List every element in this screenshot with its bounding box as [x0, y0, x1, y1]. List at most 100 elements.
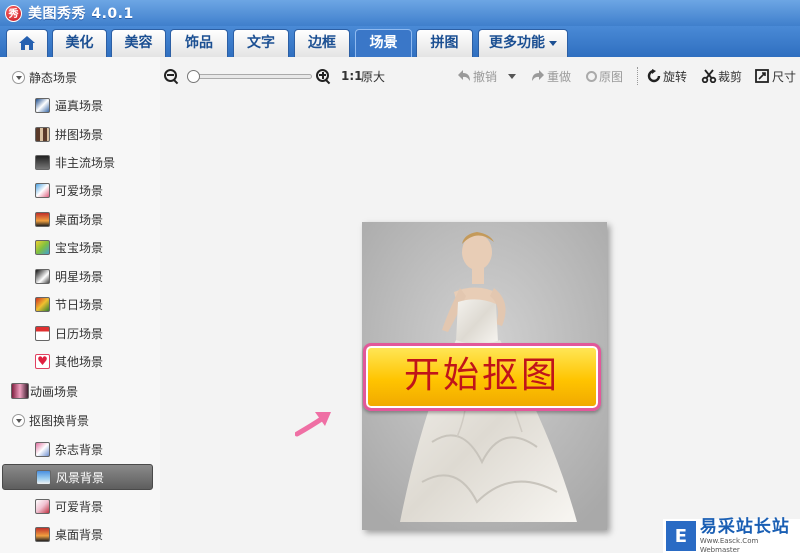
zoom-in-icon	[316, 69, 330, 83]
resize-icon	[755, 69, 769, 83]
sidebar-item-cute-bg[interactable]: 可爱背景	[0, 493, 160, 519]
original-image-label: 原图	[599, 69, 624, 84]
tab-more-label: 更多功能	[489, 35, 545, 51]
sidebar-item-other[interactable]: ♥ 其他场景	[0, 348, 160, 374]
animated-scene-icon	[11, 383, 29, 399]
sidebar-item-label: 桌面背景	[55, 527, 104, 542]
original-image-button[interactable]: 原图	[586, 68, 623, 84]
app-logo-icon: 秀	[5, 4, 22, 22]
sidebar-item-label: 杂志背景	[55, 442, 104, 457]
tab-beauty[interactable]: 美容	[111, 29, 166, 57]
undo-dropdown[interactable]	[508, 68, 516, 84]
rotate-label: 旋转	[663, 69, 688, 84]
resize-label: 尺寸	[772, 69, 797, 84]
app-window: 秀 美图秀秀 4.0.1 美化 美容 饰品 文字 边框 场景 拼图 更多功能 静…	[0, 0, 800, 553]
zoom-in-button[interactable]	[316, 68, 330, 84]
original-size-button[interactable]: 原大	[361, 68, 385, 84]
sidebar-item-label: 节日场景	[55, 297, 104, 312]
sidebar-item-desktop[interactable]: 桌面场景	[0, 206, 160, 232]
sidebar-item-cute[interactable]: 可爱场景	[0, 177, 160, 203]
sidebar-item-magazine-bg[interactable]: 杂志背景	[0, 436, 160, 462]
watermark-name: 易采站长站	[699, 517, 790, 537]
home-icon	[19, 36, 35, 50]
undo-icon	[458, 70, 470, 81]
scene-thumbnail-icon	[35, 211, 50, 227]
sidebar-item-holiday[interactable]: 节日场景	[0, 291, 160, 317]
scissors-icon	[701, 69, 717, 83]
sidebar-item-label: 宝宝场景	[55, 240, 104, 255]
start-cutout-button[interactable]: 开始抠图	[363, 343, 601, 411]
sidebar-item-desktop-bg[interactable]: 桌面背景	[0, 521, 160, 547]
actual-size-ratio[interactable]: 1:1	[341, 68, 363, 84]
app-title: 美图秀秀 4.0.1	[28, 6, 134, 22]
tab-scene[interactable]: 场景	[355, 29, 412, 57]
sidebar-item-baby[interactable]: 宝宝场景	[0, 234, 160, 260]
zoom-slider[interactable]	[187, 70, 312, 83]
expand-toggle-icon	[12, 413, 25, 427]
redo-icon	[532, 70, 544, 81]
sidebar-item-label: 拼图场景	[55, 127, 104, 142]
crop-label: 裁剪	[718, 69, 743, 84]
undo-button[interactable]: 撤销	[456, 68, 497, 84]
original-image-icon	[586, 70, 597, 82]
watermark-logo-icon: E	[666, 521, 696, 551]
sidebar-item-calendar[interactable]: 日历场景	[0, 320, 160, 346]
scene-thumbnail-icon	[35, 296, 50, 312]
redo-button[interactable]: 重做	[530, 68, 571, 84]
scene-thumbnail-icon	[35, 97, 50, 113]
zoom-out-icon	[164, 69, 178, 83]
watermark-url: Www.Easck.Com Webmaster	[699, 537, 759, 553]
zoom-slider-handle[interactable]	[187, 70, 200, 83]
sidebar-item-label: 日历场景	[55, 326, 104, 341]
expand-toggle-icon	[12, 70, 25, 84]
sidebar-group-animated-scenes[interactable]: 动画场景	[0, 378, 160, 404]
sidebar-item-collage[interactable]: 拼图场景	[0, 121, 160, 147]
sidebar-item-realistic[interactable]: 逼真场景	[0, 92, 160, 118]
sidebar-group-static-scenes[interactable]: 静态场景	[0, 64, 160, 90]
redo-label: 重做	[547, 69, 572, 84]
tab-collage[interactable]: 拼图	[416, 29, 473, 57]
chevron-down-icon	[549, 40, 557, 46]
main-tab-bar: 美化 美容 饰品 文字 边框 场景 拼图 更多功能	[0, 26, 800, 57]
toolbar-divider	[637, 67, 638, 85]
tab-beautify[interactable]: 美化	[52, 29, 107, 57]
sidebar-group-label: 抠图换背景	[29, 413, 90, 428]
resize-button[interactable]: 尺寸	[755, 68, 796, 84]
sidebar-group-cutout-background[interactable]: 抠图换背景	[0, 407, 160, 433]
sidebar-item-celebrity[interactable]: 明星场景	[0, 263, 160, 289]
sidebar-group-label: 动画场景	[30, 384, 79, 399]
sidebar-item-label: 其他场景	[55, 354, 104, 369]
chevron-down-icon	[508, 73, 516, 79]
scene-thumbnail-icon	[35, 126, 50, 142]
sidebar-item-label: 桌面场景	[55, 212, 104, 227]
scene-sidebar: 静态场景 逼真场景 拼图场景 非主流场景 可爱场景 桌面场景 宝宝场景 明星场景…	[0, 57, 160, 553]
tab-frame[interactable]: 边框	[294, 29, 350, 57]
sidebar-item-label: 明星场景	[55, 269, 104, 284]
sidebar-item-label: 逼真场景	[55, 98, 104, 113]
sidebar-item-label: 风景背景	[56, 470, 105, 485]
tab-accessories[interactable]: 饰品	[170, 29, 228, 57]
scene-thumbnail-icon	[35, 182, 50, 198]
calendar-icon	[35, 325, 50, 341]
sidebar-item-label: 非主流场景	[55, 155, 116, 170]
tab-home[interactable]	[6, 29, 48, 57]
rotate-button[interactable]: 旋转	[646, 68, 687, 84]
crop-button[interactable]: 裁剪	[701, 68, 742, 84]
scene-thumbnail-icon	[36, 469, 51, 485]
sidebar-item-alternative[interactable]: 非主流场景	[0, 149, 160, 175]
tab-more-features[interactable]: 更多功能	[478, 29, 568, 57]
scene-thumbnail-icon	[35, 154, 50, 170]
undo-label: 撤销	[473, 69, 498, 84]
site-watermark: E 易采站长站 Www.Easck.Com Webmaster	[663, 517, 800, 553]
heart-icon: ♥	[35, 353, 50, 369]
rotate-icon	[647, 69, 661, 83]
zoom-out-button[interactable]	[164, 68, 178, 84]
sidebar-group-label: 静态场景	[29, 70, 78, 85]
watermark-text: 易采站长站 Www.Easck.Com Webmaster	[700, 517, 800, 553]
tab-text[interactable]: 文字	[233, 29, 289, 57]
sidebar-item-landscape-bg[interactable]: 风景背景	[2, 464, 153, 490]
sidebar-item-label: 可爱背景	[55, 499, 104, 514]
scene-thumbnail-icon	[35, 526, 50, 542]
pointer-arrow-icon	[295, 412, 331, 437]
scene-thumbnail-icon	[35, 268, 50, 284]
